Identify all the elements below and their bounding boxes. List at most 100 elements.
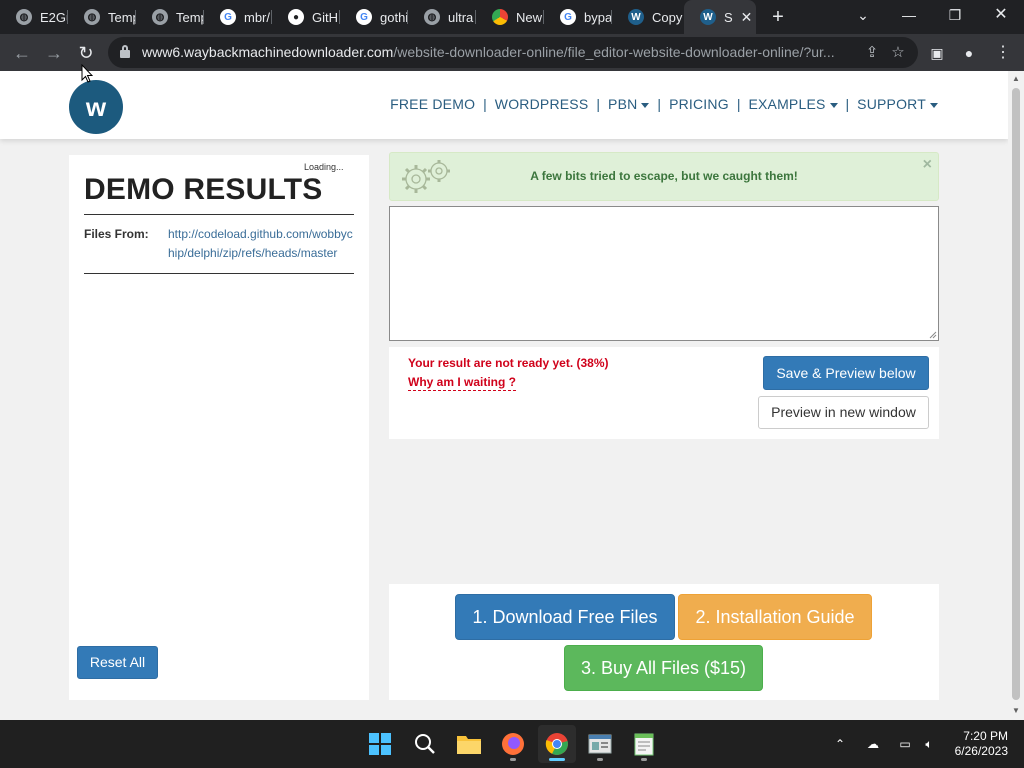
close-window-button[interactable]: ✕	[978, 0, 1024, 34]
main-nav: FREE DEMO | WORDPRESS | PBN | PRICING | …	[382, 96, 938, 112]
tab-title: GitH	[312, 9, 338, 25]
file-editor-textarea[interactable]	[389, 206, 939, 341]
loading-text: Loading...	[304, 162, 344, 172]
url-host: www6.waybackmachinedownloader.com	[142, 44, 394, 60]
nav-support[interactable]: SUPPORT	[849, 96, 938, 112]
chrome-icon	[545, 733, 568, 755]
restore-button[interactable]: ❐	[932, 0, 978, 34]
page-title: DEMO RESULTS	[84, 173, 323, 206]
browser-tab[interactable]: G gothi	[340, 0, 408, 34]
divider	[84, 214, 354, 215]
start-button[interactable]	[361, 725, 399, 763]
nav-pricing[interactable]: PRICING	[661, 96, 737, 112]
system-clock[interactable]: 7:20 PM 6/26/2023	[955, 729, 1008, 759]
share-icon[interactable]: ⇪	[860, 41, 884, 65]
scrollbar-thumb[interactable]	[1012, 88, 1020, 700]
google-icon: G	[220, 9, 236, 25]
cloud-offline-icon[interactable]: ☁	[862, 720, 884, 768]
profile-icon[interactable]: ●	[956, 40, 982, 66]
demo-results-panel: Loading... DEMO RESULTS Files From: http…	[69, 155, 369, 700]
side-panel-icon[interactable]: ▣	[924, 40, 950, 66]
nav-support-label: SUPPORT	[857, 96, 926, 112]
nav-free-demo[interactable]: FREE DEMO	[382, 96, 483, 112]
scroll-up-icon[interactable]: ▲	[1011, 74, 1021, 84]
new-tab-button[interactable]: +	[766, 3, 790, 31]
search-button[interactable]	[406, 725, 444, 763]
nav-wordpress[interactable]: WORDPRESS	[487, 96, 597, 112]
tab-title: gothi	[380, 9, 408, 25]
tab-title: New	[516, 9, 543, 25]
browser-tab-strip: ◍ E2Gu ◍ Temp ◍ Temp G mbr/ ● GitH G got…	[0, 0, 1024, 34]
browser-tab[interactable]: ◍ ultra	[408, 0, 476, 34]
reload-button[interactable]: ↻	[72, 39, 100, 67]
taskbar-app-window[interactable]	[581, 725, 619, 763]
close-tab-icon[interactable]: ✕	[741, 9, 753, 26]
forward-button[interactable]: →	[40, 39, 68, 67]
taskbar-firefox[interactable]	[494, 725, 532, 763]
minimize-button[interactable]: —	[886, 0, 932, 34]
scroll-down-icon[interactable]: ▼	[1011, 706, 1021, 716]
bookmark-star-icon[interactable]: ☆	[886, 41, 910, 65]
browser-tab[interactable]: ● GitH	[272, 0, 340, 34]
site-header: w FREE DEMO | WORDPRESS | PBN | PRICING …	[0, 71, 1008, 139]
success-alert: A few bits tried to escape, but we caugh…	[389, 152, 939, 201]
taskbar-file-explorer[interactable]	[450, 725, 488, 763]
running-indicator	[641, 758, 647, 761]
installation-guide-button[interactable]: 2. Installation Guide	[678, 594, 872, 640]
page-scrollbar[interactable]: ▲ ▼	[1008, 71, 1024, 720]
windows-logo-icon	[369, 733, 391, 755]
nav-examples[interactable]: EXAMPLES	[740, 96, 845, 112]
divider	[84, 273, 354, 274]
caret-down-icon	[641, 102, 650, 108]
browser-tab[interactable]: ◍ Temp	[136, 0, 204, 34]
caret-down-icon	[829, 102, 838, 108]
buy-all-files-button[interactable]: 3. Buy All Files ($15)	[564, 645, 763, 691]
taskbar-chrome[interactable]	[538, 725, 576, 763]
preview-new-window-button[interactable]: Preview in new window	[758, 396, 929, 429]
tab-title: Temp	[108, 9, 136, 25]
why-waiting-link[interactable]: Why am I waiting ?	[408, 375, 517, 391]
browser-tab[interactable]: W Copy	[612, 0, 684, 34]
chrome-icon	[492, 9, 508, 25]
google-icon: G	[356, 9, 372, 25]
site-logo[interactable]: w	[69, 80, 123, 134]
browser-tab[interactable]: ◍ E2Gu	[0, 0, 68, 34]
browser-tab-active[interactable]: W S ✕	[684, 0, 756, 34]
browser-tab[interactable]: ◍ Temp	[68, 0, 136, 34]
browser-tab[interactable]: G mbr/	[204, 0, 272, 34]
tab-title: ultra	[448, 9, 474, 25]
files-from-link[interactable]: http://codeload.github.com/wobbychip/del…	[168, 225, 358, 263]
download-free-files-button[interactable]: 1. Download Free Files	[455, 594, 675, 640]
tab-search-icon[interactable]: ⌄	[840, 0, 886, 34]
google-icon: G	[560, 9, 576, 25]
nav-pbn-label: PBN	[608, 96, 638, 112]
tray-overflow-chevron-icon[interactable]: ⌃	[830, 720, 850, 768]
github-icon: ●	[288, 9, 304, 25]
running-indicator	[549, 758, 565, 761]
resize-grip-icon[interactable]	[929, 331, 937, 339]
taskbar-notepad[interactable]	[625, 725, 663, 763]
globe-icon: ◍	[16, 9, 32, 25]
globe-icon: ◍	[424, 9, 440, 25]
w-icon: W	[700, 9, 716, 25]
browser-tab[interactable]: G bypa	[544, 0, 612, 34]
notepad-icon	[634, 733, 654, 756]
url-text[interactable]: www6.waybackmachinedownloader.com/websit…	[142, 44, 835, 60]
firefox-icon	[502, 733, 524, 755]
save-preview-button[interactable]: Save & Preview below	[763, 356, 929, 390]
tab-title: mbr/	[244, 9, 270, 25]
tab-title: S	[724, 9, 733, 25]
clock-date: 6/26/2023	[954, 744, 1008, 758]
browser-tab[interactable]: New	[476, 0, 544, 34]
alert-close-icon[interactable]: ×	[923, 156, 932, 174]
reset-all-button[interactable]: Reset All	[77, 646, 158, 679]
address-bar[interactable]: www6.waybackmachinedownloader.com/websit…	[108, 37, 918, 68]
back-button[interactable]: ←	[8, 39, 36, 67]
network-icon[interactable]: ▭	[894, 720, 916, 768]
folder-icon	[457, 736, 481, 754]
volume-icon[interactable]: 🔈︎	[918, 720, 940, 768]
nav-pbn[interactable]: PBN	[600, 96, 657, 112]
menu-kebab-icon[interactable]: ⋮	[990, 40, 1016, 66]
download-actions-box: 1. Download Free Files 2. Installation G…	[389, 584, 939, 700]
caret-down-icon	[930, 102, 938, 108]
